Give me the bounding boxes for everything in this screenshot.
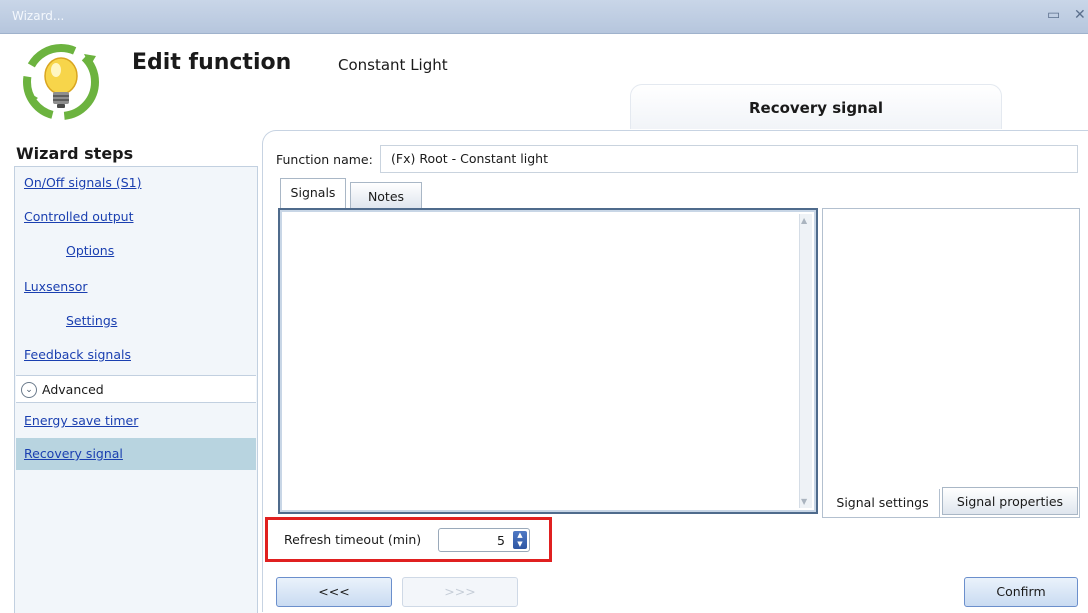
next-button[interactable]: >>>	[402, 577, 518, 607]
function-name-input[interactable]: (Fx) Root - Constant light	[380, 145, 1078, 173]
signals-scrollbar[interactable]: ▲ ▼	[799, 214, 812, 508]
sidebar-item-on-off-signals[interactable]: On/Off signals (S1)	[16, 167, 256, 199]
refresh-timeout-stepper[interactable]: 5 ▲ ▼	[438, 528, 530, 552]
page-title: Edit function	[132, 50, 292, 75]
scroll-up-icon[interactable]: ▲	[801, 216, 807, 225]
maximize-icon[interactable]: ▭	[1047, 7, 1060, 23]
refresh-timeout-value: 5	[497, 533, 505, 548]
scroll-down-icon[interactable]: ▼	[801, 497, 807, 506]
chevron-down-icon: ⌄	[21, 382, 37, 398]
refresh-timeout-group: Refresh timeout (min) 5 ▲ ▼	[265, 517, 552, 562]
function-type-label: Constant Light	[338, 56, 448, 74]
advanced-label: Advanced	[42, 382, 104, 397]
sidebar-item-luxsensor[interactable]: Luxsensor	[16, 271, 256, 303]
signal-properties-panel	[822, 208, 1080, 518]
sidebar-item-recovery-signal[interactable]: Recovery signal	[16, 438, 256, 470]
confirm-button[interactable]: Confirm	[964, 577, 1078, 607]
sidebar-item-energy-save-timer[interactable]: Energy save timer	[16, 405, 256, 437]
signals-list[interactable]: ▲ ▼	[278, 208, 818, 514]
wizard-steps-heading: Wizard steps	[16, 144, 134, 163]
sidebar-item-settings[interactable]: Settings	[16, 305, 256, 337]
advanced-section-toggle[interactable]: ⌄ Advanced	[16, 375, 256, 403]
steps-panel: On/Off signals (S1) Controlled output Op…	[14, 166, 258, 613]
back-button[interactable]: <<<	[276, 577, 392, 607]
refresh-timeout-label: Refresh timeout (min)	[284, 532, 422, 547]
sidebar-item-options[interactable]: Options	[16, 235, 256, 267]
sidebar: Wizard steps On/Off signals (S1) Control…	[0, 130, 262, 613]
sidebar-item-feedback-signals[interactable]: Feedback signals	[16, 339, 256, 371]
tab-signal-properties[interactable]: Signal properties	[942, 487, 1078, 515]
function-name-label: Function name:	[276, 152, 373, 167]
close-icon[interactable]: ✕	[1074, 7, 1086, 23]
tab-signal-settings[interactable]: Signal settings	[826, 489, 940, 517]
window-title: Wizard...	[12, 9, 65, 23]
sidebar-item-controlled-output[interactable]: Controlled output	[16, 201, 256, 233]
current-step-tab: Recovery signal	[630, 84, 1002, 129]
tab-signals[interactable]: Signals	[280, 178, 346, 209]
lightbulb-cycle-icon	[23, 44, 99, 120]
tab-notes[interactable]: Notes	[350, 182, 422, 208]
spinner-arrows-icon[interactable]: ▲ ▼	[513, 531, 527, 549]
window-titlebar: Wizard... ▭ ✕	[0, 0, 1088, 34]
